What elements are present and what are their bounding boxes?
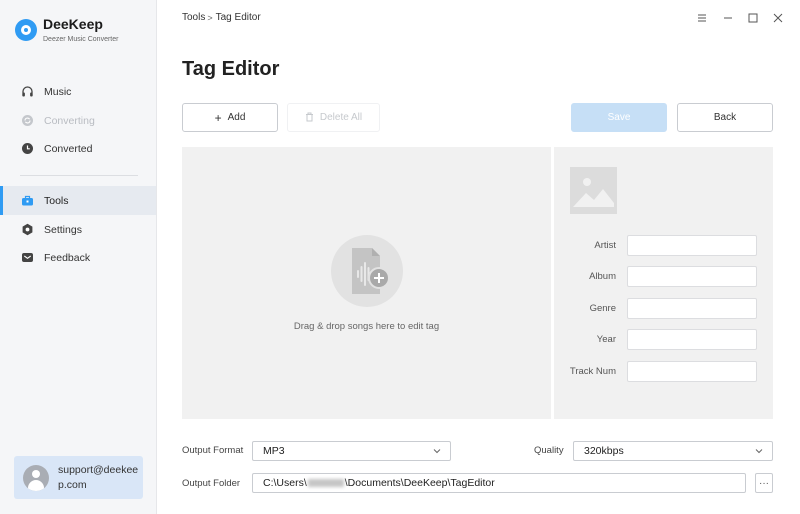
folder-path-suffix: \Documents\DeeKeep\TagEditor bbox=[344, 477, 495, 489]
sidebar-divider bbox=[20, 175, 138, 176]
output-format-label: Output Format bbox=[182, 445, 244, 456]
breadcrumb: Tools > Tag Editor bbox=[182, 12, 261, 23]
year-field[interactable] bbox=[627, 329, 757, 350]
sync-icon bbox=[21, 114, 34, 127]
tag-row-artist: Artist bbox=[554, 235, 773, 256]
sidebar-item-label: Settings bbox=[44, 223, 82, 236]
breadcrumb-current: Tag Editor bbox=[215, 12, 261, 23]
back-button[interactable]: Back bbox=[677, 103, 773, 132]
close-icon[interactable] bbox=[771, 11, 785, 25]
folder-path-prefix: C:\Users\ bbox=[263, 477, 307, 489]
tag-panel: Artist Album Genre Year Track Num bbox=[554, 147, 773, 419]
plus-icon: + bbox=[214, 110, 222, 125]
menu-icon[interactable] bbox=[695, 11, 709, 25]
add-button[interactable]: + Add bbox=[182, 103, 278, 132]
sidebar-item-converting[interactable]: Converting bbox=[0, 106, 156, 135]
delete-all-button[interactable]: Delete All bbox=[287, 103, 380, 132]
tag-row-genre: Genre bbox=[554, 298, 773, 319]
browse-folder-button[interactable]: ··· bbox=[755, 473, 773, 493]
sidebar-item-label: Converting bbox=[44, 114, 95, 127]
gear-icon bbox=[21, 223, 34, 236]
track-num-label: Track Num bbox=[569, 366, 616, 377]
sidebar: DeeKeep Deezer Music Converter Music Con… bbox=[0, 0, 157, 514]
headphones-icon bbox=[21, 85, 34, 98]
image-icon bbox=[573, 178, 614, 207]
sidebar-item-settings[interactable]: Settings bbox=[0, 215, 156, 244]
sidebar-item-tools[interactable]: Tools bbox=[0, 186, 156, 215]
maximize-icon[interactable] bbox=[746, 11, 760, 25]
genre-label: Genre bbox=[589, 303, 616, 314]
genre-field[interactable] bbox=[627, 298, 757, 319]
add-button-label: Add bbox=[227, 112, 246, 123]
sidebar-item-music[interactable]: Music bbox=[0, 77, 156, 106]
track-num-field[interactable] bbox=[627, 361, 757, 382]
tag-row-year: Year bbox=[554, 329, 773, 350]
album-field[interactable] bbox=[627, 266, 757, 287]
breadcrumb-parent[interactable]: Tools bbox=[182, 12, 205, 23]
quality-value: 320kbps bbox=[584, 445, 624, 457]
artist-label: Artist bbox=[594, 240, 616, 251]
user-account[interactable]: support@deekeep.com bbox=[14, 456, 143, 499]
add-song-icon bbox=[331, 235, 403, 307]
sidebar-item-label: Tools bbox=[44, 194, 69, 207]
artist-field[interactable] bbox=[627, 235, 757, 256]
chevron-down-icon bbox=[432, 446, 442, 456]
app-subtitle: Deezer Music Converter bbox=[43, 36, 119, 43]
minimize-icon[interactable] bbox=[721, 11, 735, 25]
delete-all-label: Delete All bbox=[319, 112, 363, 123]
sidebar-item-label: Music bbox=[44, 85, 72, 98]
album-label: Album bbox=[589, 271, 616, 282]
quality-label: Quality bbox=[534, 445, 564, 456]
tag-row-album: Album bbox=[554, 266, 773, 287]
avatar bbox=[23, 464, 49, 491]
tag-row-track-num: Track Num bbox=[554, 361, 773, 382]
save-button[interactable]: Save bbox=[571, 103, 667, 132]
output-folder-label: Output Folder bbox=[182, 478, 241, 489]
chevron-down-icon bbox=[754, 446, 764, 456]
toolbox-icon bbox=[21, 194, 34, 207]
output-format-select[interactable]: MP3 bbox=[252, 441, 451, 461]
user-email: support@deekeep.com bbox=[58, 463, 139, 491]
breadcrumb-separator: > bbox=[207, 12, 213, 23]
back-button-label: Back bbox=[713, 112, 737, 123]
quality-select[interactable]: 320kbps bbox=[573, 441, 773, 461]
sidebar-item-label: Converted bbox=[44, 142, 93, 155]
year-label: Year bbox=[596, 334, 616, 345]
clock-icon bbox=[21, 142, 34, 155]
sidebar-item-label: Feedback bbox=[44, 251, 91, 264]
save-button-label: Save bbox=[607, 112, 631, 123]
trash-icon bbox=[305, 111, 314, 125]
sidebar-item-feedback[interactable]: Feedback bbox=[0, 243, 156, 272]
page-title: Tag Editor bbox=[182, 58, 280, 80]
sidebar-item-converted[interactable]: Converted bbox=[0, 134, 156, 163]
output-format-value: MP3 bbox=[263, 445, 285, 457]
output-folder-field[interactable]: C:\Users\ \Documents\DeeKeep\TagEditor bbox=[252, 473, 746, 493]
cover-art-placeholder[interactable] bbox=[570, 167, 617, 214]
app-logo-icon bbox=[15, 19, 37, 41]
redacted-username bbox=[307, 479, 344, 487]
app-name: DeeKeep bbox=[43, 16, 103, 32]
drop-zone-text: Drag & drop songs here to edit tag bbox=[293, 321, 440, 332]
brand: DeeKeep Deezer Music Converter bbox=[15, 16, 118, 43]
mail-icon bbox=[21, 251, 34, 264]
drop-zone[interactable]: Drag & drop songs here to edit tag bbox=[182, 147, 551, 419]
